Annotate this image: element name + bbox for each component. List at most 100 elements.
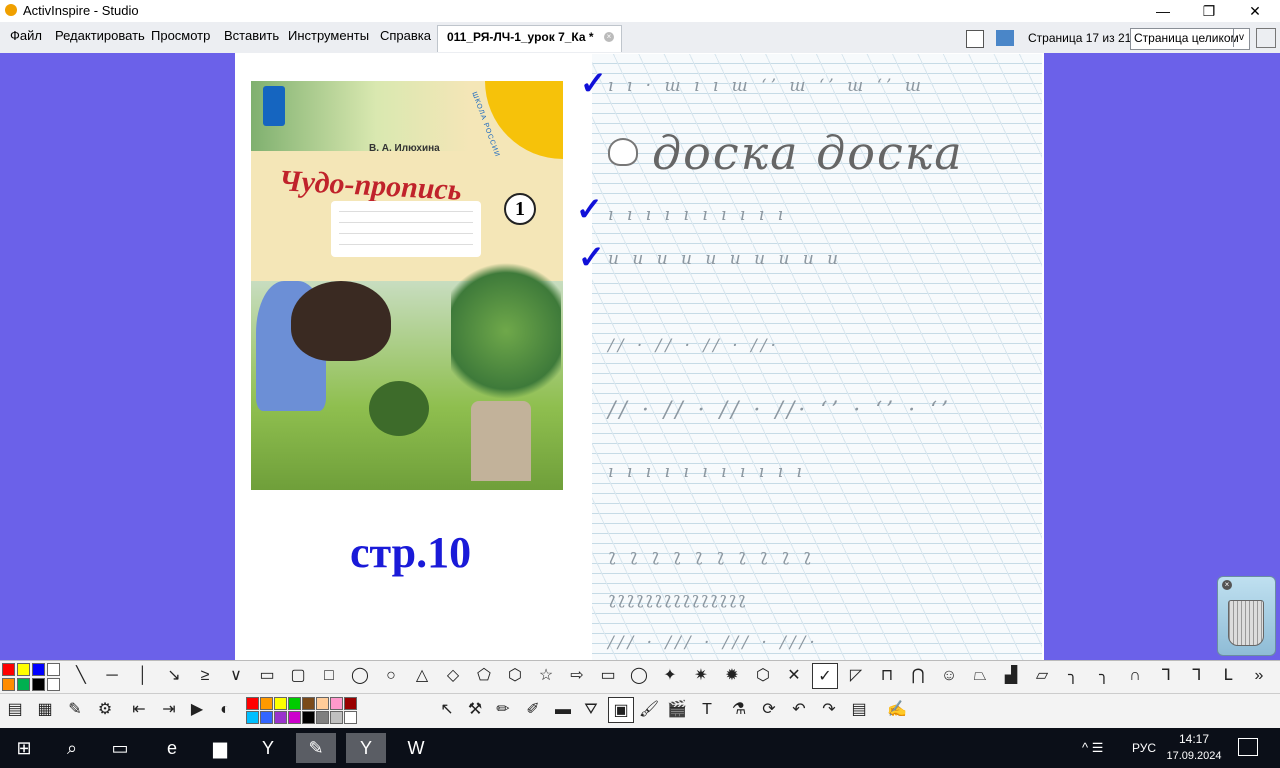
clock-time[interactable]: 14:17 xyxy=(1170,732,1218,746)
palette-color-swatch[interactable] xyxy=(288,697,301,710)
main-tool-icon[interactable]: ⚗ xyxy=(726,697,752,723)
main-tool-icon[interactable]: ⚒ xyxy=(462,697,488,723)
palette-color-swatch[interactable] xyxy=(274,697,287,710)
palette-color-swatch[interactable] xyxy=(274,711,287,724)
close-button[interactable]: ✕ xyxy=(1232,0,1278,22)
palette-color-swatch[interactable] xyxy=(344,697,357,710)
main-tool-icon[interactable]: ▤ xyxy=(846,697,872,723)
shape-tool-icon[interactable]: ⬠ xyxy=(471,663,497,689)
shape-tool-icon[interactable]: ⋂ xyxy=(905,663,931,689)
main-tool-icon[interactable]: 🖌 xyxy=(636,697,662,723)
shape-tool-icon[interactable]: ◸ xyxy=(843,663,869,689)
shape-tool-icon[interactable]: ✦ xyxy=(657,663,683,689)
taskbar-app-icon[interactable]: ▆ xyxy=(200,733,240,763)
menu-file[interactable]: Файл xyxy=(10,28,42,43)
shape-tool-icon[interactable]: ◯ xyxy=(626,663,652,689)
tab-close-icon[interactable]: × xyxy=(604,32,614,42)
palette-color-swatch[interactable] xyxy=(260,697,273,710)
shape-tool-icon[interactable]: ⅂ xyxy=(1184,663,1210,689)
palette-color-swatch[interactable] xyxy=(330,697,343,710)
trash-icon[interactable] xyxy=(1228,600,1264,646)
close-icon[interactable]: × xyxy=(1222,580,1232,590)
shape-tool-icon[interactable]: ○ xyxy=(378,663,404,689)
main-tool-icon[interactable]: ▦ xyxy=(32,697,58,723)
palette-color-swatch[interactable] xyxy=(288,711,301,724)
main-tool-icon[interactable]: ✍ xyxy=(884,697,910,723)
shape-tool-icon[interactable]: ─ xyxy=(99,663,125,689)
shape-tool-icon[interactable]: ✕ xyxy=(781,663,807,689)
palette-color-swatch[interactable] xyxy=(260,711,273,724)
main-tool-icon[interactable]: ▬ xyxy=(550,697,576,723)
main-tool-icon[interactable]: ✎ xyxy=(62,697,88,723)
color-swatch[interactable] xyxy=(32,663,45,676)
main-tool-icon[interactable]: ↶ xyxy=(786,697,812,723)
palette-color-swatch[interactable] xyxy=(246,711,259,724)
palette-color-swatch[interactable] xyxy=(302,697,315,710)
palette-color-swatch[interactable] xyxy=(246,697,259,710)
menu-view[interactable]: Просмотр xyxy=(151,28,210,43)
shape-tool-icon[interactable]: ∨ xyxy=(223,663,249,689)
shape-tool-icon[interactable]: ✓ xyxy=(812,663,838,689)
menu-edit[interactable]: Редактировать xyxy=(55,28,145,43)
shape-tool-icon[interactable]: ᒣ xyxy=(1153,663,1179,689)
color-swatch[interactable] xyxy=(17,663,30,676)
color-swatch[interactable] xyxy=(47,663,60,676)
main-tool-icon[interactable]: ↖ xyxy=(434,697,460,723)
chevron-down-icon[interactable]: v xyxy=(1233,29,1249,47)
shape-tool-icon[interactable]: ╮ xyxy=(1060,663,1086,689)
shape-tool-icon[interactable]: ╲ xyxy=(68,663,94,689)
shape-tool-icon[interactable]: │ xyxy=(130,663,156,689)
taskbar-app-icon[interactable]: e xyxy=(152,733,192,763)
taskbar-app-icon[interactable]: ✎ xyxy=(296,733,336,763)
shape-tool-icon[interactable]: ᒪ xyxy=(1215,663,1241,689)
check-mark-icon[interactable]: ✓ xyxy=(578,238,605,276)
menu-tools[interactable]: Инструменты xyxy=(288,28,369,43)
shape-tool-icon[interactable]: ∩ xyxy=(1122,663,1148,689)
taskbar-app-icon[interactable]: ⌕ xyxy=(52,733,92,763)
color-swatch[interactable] xyxy=(32,678,45,691)
palette-color-swatch[interactable] xyxy=(316,711,329,724)
shape-tool-icon[interactable]: ⊓ xyxy=(874,663,900,689)
main-tool-icon[interactable]: ⇤ xyxy=(126,697,152,723)
minimize-button[interactable]: — xyxy=(1140,0,1186,22)
shape-tool-icon[interactable]: ⬡ xyxy=(502,663,528,689)
system-tray-icons[interactable]: ^ ☰ xyxy=(1082,740,1103,756)
main-tool-icon[interactable]: 🎬 xyxy=(664,697,690,723)
main-tool-icon[interactable]: ✏ xyxy=(490,697,516,723)
main-tool-icon[interactable]: ▤ xyxy=(2,697,28,723)
shape-tool-icon[interactable]: ✹ xyxy=(719,663,745,689)
main-tool-icon[interactable]: ▣ xyxy=(608,697,634,723)
main-tool-icon[interactable]: ⇥ xyxy=(156,697,182,723)
clock-date[interactable]: 17.09.2024 xyxy=(1160,750,1228,762)
restore-button[interactable]: ❐ xyxy=(1186,0,1232,22)
shape-tool-icon[interactable]: ⬡ xyxy=(750,663,776,689)
menu-insert[interactable]: Вставить xyxy=(224,28,279,43)
shape-tool-icon[interactable]: ☆ xyxy=(533,663,559,689)
shape-tool-icon[interactable]: ◯ xyxy=(347,663,373,689)
main-tool-icon[interactable]: T xyxy=(694,697,720,723)
shape-tool-icon[interactable]: ≥ xyxy=(192,663,218,689)
shape-tool-icon[interactable]: ◇ xyxy=(440,663,466,689)
shape-tool-icon[interactable]: ⏢ xyxy=(967,663,993,689)
check-mark-icon[interactable]: ✓ xyxy=(580,64,607,102)
palette-color-swatch[interactable] xyxy=(316,697,329,710)
main-tool-icon[interactable]: ⛛ xyxy=(578,697,604,723)
shape-tool-icon[interactable]: ✷ xyxy=(688,663,714,689)
main-tool-icon[interactable]: ▶ xyxy=(184,697,210,723)
notification-icon[interactable] xyxy=(1238,738,1258,756)
shape-tool-icon[interactable]: ⇨ xyxy=(564,663,590,689)
color-swatch[interactable] xyxy=(47,678,60,691)
taskbar-app-icon[interactable]: ▭ xyxy=(100,733,140,763)
snowflake-icon[interactable] xyxy=(996,30,1014,46)
check-mark-icon[interactable]: ✓ xyxy=(576,190,603,228)
color-swatch[interactable] xyxy=(17,678,30,691)
color-swatch[interactable] xyxy=(2,678,15,691)
shape-tool-icon[interactable]: ▭ xyxy=(595,663,621,689)
shape-tool-icon[interactable]: ↘ xyxy=(161,663,187,689)
shape-tool-icon[interactable]: ▭ xyxy=(254,663,280,689)
main-tool-icon[interactable]: ⚙ xyxy=(92,697,118,723)
main-tool-icon[interactable]: ↷ xyxy=(816,697,842,723)
page-browser-icon[interactable] xyxy=(966,30,984,48)
shape-tool-icon[interactable]: » xyxy=(1246,663,1272,689)
color-swatch[interactable] xyxy=(2,663,15,676)
